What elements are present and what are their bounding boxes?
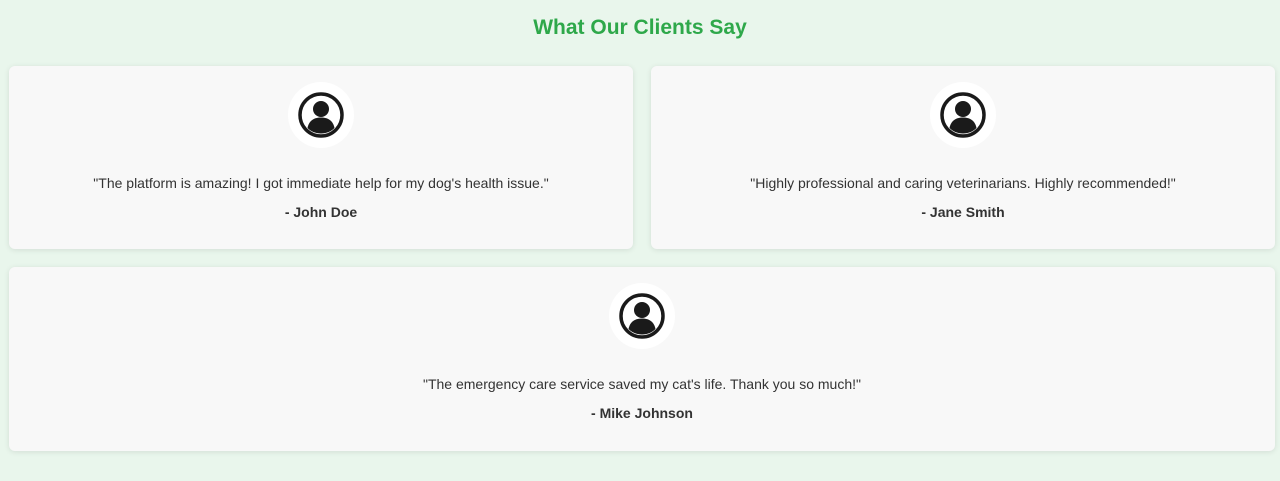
testimonial-author: - John Doe	[284, 204, 358, 220]
testimonial-quote: "The platform is amazing! I got immediat…	[93, 175, 549, 191]
testimonial-author: - Jane Smith	[921, 204, 1005, 220]
testimonial-card: "Highly professional and caring veterina…	[651, 66, 1275, 249]
section-title: What Our Clients Say	[533, 16, 747, 39]
testimonials-section: What Our Clients Say "The platform is am…	[0, 0, 1280, 481]
user-avatar-icon	[940, 92, 986, 138]
avatar	[609, 283, 675, 349]
user-avatar-icon	[619, 293, 665, 339]
testimonial-quote: "The emergency care service saved my cat…	[423, 376, 861, 392]
avatar	[288, 82, 354, 148]
testimonial-quote: "Highly professional and caring veterina…	[750, 175, 1176, 191]
testimonial-card: "The platform is amazing! I got immediat…	[9, 66, 633, 249]
testimonial-card: "The emergency care service saved my cat…	[9, 267, 1275, 451]
user-avatar-icon	[298, 92, 344, 138]
testimonial-author: - Mike Johnson	[591, 405, 693, 421]
avatar	[930, 82, 996, 148]
